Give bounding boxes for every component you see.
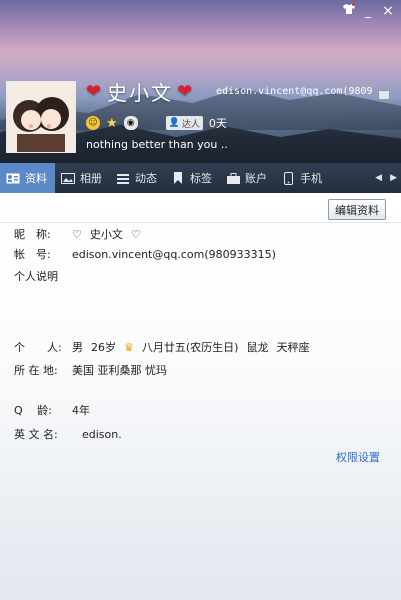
minimize-button[interactable]: _ bbox=[359, 3, 377, 19]
edit-profile-button[interactable]: 编辑资料 bbox=[328, 199, 386, 220]
tab-tags[interactable]: 标签 bbox=[165, 163, 220, 193]
chevron-left-icon[interactable]: ◀ bbox=[375, 173, 382, 183]
account-label: 帐 号: bbox=[14, 248, 51, 261]
business-card-icon[interactable] bbox=[378, 90, 390, 100]
nickname-value: 史小文 bbox=[89, 228, 123, 241]
friend-tag[interactable]: 👤 达人 bbox=[165, 116, 203, 130]
signature[interactable]: nothing better than you .. bbox=[86, 138, 228, 151]
personal-values: 男 26岁 ♛ 八月廿五(农历生日) 鼠龙 天秤座 bbox=[72, 339, 309, 355]
status-row: ☺ ★ ◉ 👤 达人 0天 bbox=[86, 115, 227, 131]
tab-label: 账户 bbox=[245, 172, 267, 185]
id-card-icon bbox=[6, 172, 20, 184]
account-row: 帐 号: edison.vincent@qq.com(980933315) bbox=[14, 246, 276, 262]
constellation-value: 天秤座 bbox=[276, 341, 310, 354]
tab-profile[interactable]: 资料 bbox=[0, 163, 55, 193]
nickname-row: 昵 称: ♡ 史小文 ♡ bbox=[14, 226, 141, 242]
list-icon bbox=[116, 172, 130, 184]
bookmark-icon bbox=[171, 172, 185, 184]
tab-feed[interactable]: 动态 bbox=[110, 163, 165, 193]
tab-label: 相册 bbox=[80, 172, 102, 185]
crown-icon: ♛ bbox=[124, 340, 134, 354]
friend-tag-label: 达人 bbox=[181, 119, 200, 130]
tab-label: 资料 bbox=[25, 172, 47, 185]
phone-icon bbox=[281, 171, 295, 185]
penguin-icon[interactable]: ◉ bbox=[123, 116, 138, 130]
birthday-value: 八月廿五(农历生日) bbox=[141, 341, 239, 354]
star-icon[interactable]: ★ bbox=[106, 116, 118, 131]
avatar[interactable] bbox=[6, 81, 76, 153]
profile-tabs: 资料 相册 动态 标签 账户 手机 ◀ ▶ bbox=[0, 163, 401, 193]
profile-email: edison.vincent@qq.com(9809 bbox=[216, 86, 373, 97]
permission-settings-link[interactable]: 权限设置 bbox=[336, 449, 380, 465]
profile-content: 编辑资料 昵 称: ♡ 史小文 ♡ 帐 号: edison.vincent@qq… bbox=[0, 193, 401, 600]
divider bbox=[0, 222, 401, 223]
personal-label: 个 人: bbox=[14, 341, 62, 354]
english-name-value: edison. bbox=[82, 427, 122, 441]
tab-phone[interactable]: 手机 bbox=[275, 163, 330, 193]
account-value: edison.vincent@qq.com(980933315) bbox=[72, 247, 276, 261]
location-value: 美国 亚利桑那 忧玛 bbox=[72, 364, 167, 377]
tab-album[interactable]: 相册 bbox=[55, 163, 110, 193]
profile-name: 史小文 bbox=[107, 80, 174, 105]
tab-scroll: ◀ ▶ bbox=[375, 173, 401, 183]
tab-label: 手机 bbox=[300, 172, 322, 185]
location-label: 所 在 地: bbox=[14, 364, 58, 377]
days-count: 0天 bbox=[208, 117, 227, 130]
close-button[interactable]: × bbox=[379, 3, 397, 19]
english-name-label: 英 文 名: bbox=[14, 428, 58, 441]
smile-icon[interactable]: ☺ bbox=[86, 116, 100, 130]
tshirt-icon[interactable] bbox=[340, 3, 358, 19]
heart-outline-icon: ♡ bbox=[130, 227, 141, 241]
gender-value: 男 bbox=[72, 341, 83, 354]
nickname-value-wrap: ♡ 史小文 ♡ bbox=[72, 226, 141, 242]
tab-label: 动态 bbox=[135, 172, 157, 185]
qage-value: 4年 bbox=[72, 404, 90, 417]
qage-row: Q 龄: 4年 bbox=[14, 402, 90, 418]
tab-account[interactable]: 账户 bbox=[220, 163, 275, 193]
bio-label: 个人说明 bbox=[14, 270, 58, 283]
person-icon: 👤 bbox=[168, 118, 180, 128]
heart-icon: ❤ bbox=[177, 80, 195, 102]
qage-label: Q 龄: bbox=[14, 404, 52, 417]
age-value: 26岁 bbox=[91, 341, 116, 354]
photo-icon bbox=[61, 172, 75, 184]
profile-name-row: ❤ 史小文 ❤ bbox=[86, 77, 194, 105]
zodiac-value: 鼠龙 bbox=[246, 341, 269, 354]
profile-header: _ × ❤ 史小文 ❤ edison.vincent@qq.com(9809 ☺… bbox=[0, 0, 401, 163]
bio-row: 个人说明 bbox=[14, 268, 58, 284]
briefcase-icon bbox=[226, 172, 240, 184]
chevron-right-icon[interactable]: ▶ bbox=[390, 173, 397, 183]
personal-row: 个 人: 男 26岁 ♛ 八月廿五(农历生日) 鼠龙 天秤座 bbox=[14, 339, 309, 355]
location-row: 所 在 地: 美国 亚利桑那 忧玛 bbox=[14, 362, 167, 378]
heart-icon: ❤ bbox=[86, 80, 104, 102]
tab-label: 标签 bbox=[190, 172, 212, 185]
heart-outline-icon: ♡ bbox=[72, 227, 82, 241]
nickname-label: 昵 称: bbox=[14, 228, 51, 241]
english-name-row: 英 文 名: edison. bbox=[14, 426, 122, 442]
